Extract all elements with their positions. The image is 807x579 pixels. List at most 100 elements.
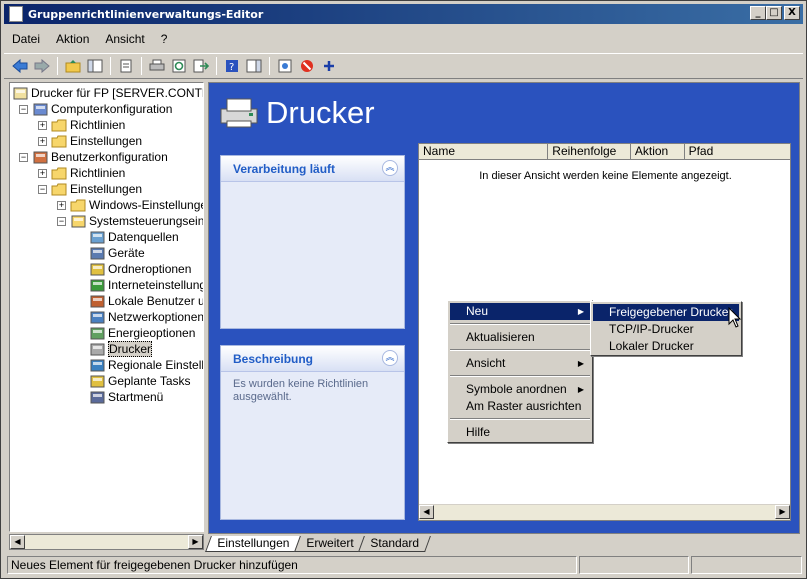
tab-label: Standard xyxy=(370,536,420,550)
column-order[interactable]: Reihenfolge xyxy=(548,144,631,159)
folder-icon xyxy=(51,118,67,133)
forward-icon[interactable] xyxy=(32,56,52,76)
status-bar: Neues Element für freigegebenen Drucker … xyxy=(7,556,802,574)
status-panel xyxy=(691,556,802,574)
scroll-right-icon[interactable]: ▶ xyxy=(188,535,203,549)
menu-aktion[interactable]: Aktion xyxy=(48,32,97,46)
tree-item[interactable]: − Benutzerkonfiguration xyxy=(19,149,168,165)
tree-item[interactable]: Geräte xyxy=(89,245,145,261)
column-name[interactable]: Name xyxy=(419,144,549,159)
toolbar-separator xyxy=(110,57,111,75)
context-menu-item[interactable]: Aktualisieren xyxy=(450,329,590,346)
expand-icon[interactable]: + xyxy=(38,136,47,146)
users-icon xyxy=(32,150,48,165)
maximize-button[interactable]: □ xyxy=(766,6,782,20)
help-icon[interactable]: ? xyxy=(222,56,242,76)
list-horizontal-scrollbar[interactable]: ◀ ▶ xyxy=(419,504,790,520)
column-action[interactable]: Aktion xyxy=(631,144,685,159)
collapse-icon[interactable]: − xyxy=(19,104,28,114)
computer-icon xyxy=(32,102,48,117)
tree-item[interactable]: − Systemsteuerungseinst xyxy=(57,213,203,229)
expand-icon[interactable]: + xyxy=(38,120,47,130)
collapse-icon[interactable]: ︽ xyxy=(382,350,398,366)
tree-item[interactable]: − Computerkonfiguration xyxy=(19,101,172,117)
properties-icon[interactable] xyxy=(116,56,136,76)
tree-item[interactable]: + Einstellungen xyxy=(38,133,142,149)
context-menu-item[interactable]: Neu ▶ xyxy=(450,303,590,320)
tree-item[interactable]: + Richtlinien xyxy=(38,117,125,133)
title-bar[interactable]: Gruppenrichtlinienverwaltungs-Editor _ □… xyxy=(4,4,803,24)
tree-item[interactable]: Energieoptionen xyxy=(89,325,195,341)
tree-item-label: Computerkonfiguration xyxy=(51,102,173,116)
submenu-item[interactable]: Freigegebener Drucker xyxy=(593,304,739,321)
expand-icon[interactable]: + xyxy=(38,168,47,178)
submenu-arrow-icon: ▶ xyxy=(577,385,584,394)
context-menu-item-label: Am Raster ausrichten xyxy=(466,399,582,413)
collapse-icon[interactable]: ︽ xyxy=(382,160,398,176)
tree-item[interactable]: − Einstellungen xyxy=(38,181,142,197)
tab-einstellungen[interactable]: Einstellungen xyxy=(205,536,301,552)
tree-item-label: Einstellungen xyxy=(70,134,143,148)
submenu-item[interactable]: Lokaler Drucker xyxy=(593,338,739,355)
close-button[interactable]: X xyxy=(784,6,800,20)
tree-item-label: Richtlinien xyxy=(70,118,126,132)
export-icon[interactable] xyxy=(191,56,211,76)
main-window: Gruppenrichtlinienverwaltungs-Editor _ □… xyxy=(0,0,807,579)
scroll-right-icon[interactable]: ▶ xyxy=(775,505,790,519)
tree-item-label: Energieoptionen xyxy=(108,326,196,340)
collapse-icon[interactable]: − xyxy=(38,184,47,194)
expand-icon[interactable]: + xyxy=(57,200,66,210)
context-menu-item-label: Symbole anordnen xyxy=(466,382,567,396)
tree-item[interactable]: Geplante Tasks xyxy=(89,373,191,389)
power-icon xyxy=(89,326,105,341)
description-text: Es wurden keine Richtlinien ausgewählt. xyxy=(233,378,369,403)
tab-erweitert[interactable]: Erweitert xyxy=(294,536,366,552)
menu-help[interactable]: ? xyxy=(153,32,176,46)
collapse-icon[interactable]: − xyxy=(57,216,66,226)
back-icon[interactable] xyxy=(10,56,30,76)
folder-icon xyxy=(51,134,67,149)
datasource-icon xyxy=(89,230,105,245)
tree-item[interactable]: Drucker für FP [SERVER.CONTRAN xyxy=(12,85,203,101)
tree-item[interactable]: Startmenü xyxy=(89,389,163,405)
context-menu-item[interactable]: Ansicht ▶ xyxy=(450,355,590,372)
scroll-left-icon[interactable]: ◀ xyxy=(419,505,434,519)
submenu-item[interactable]: TCP/IP-Drucker xyxy=(593,321,739,338)
stop-icon[interactable] xyxy=(297,56,317,76)
column-headers: Name Reihenfolge Aktion Pfad xyxy=(419,144,790,160)
tree-item[interactable]: Regionale Einstellu xyxy=(89,357,203,373)
scroll-left-icon[interactable]: ◀ xyxy=(10,535,25,549)
new-window-icon[interactable] xyxy=(275,56,295,76)
tree-item[interactable]: Drucker xyxy=(89,341,153,357)
show-hide-tree-icon[interactable] xyxy=(85,56,105,76)
regional-icon xyxy=(89,358,105,373)
tree-item[interactable]: Lokale Benutzer un xyxy=(89,293,203,309)
context-menu-item-label: Ansicht xyxy=(466,356,506,370)
menu-ansicht[interactable]: Ansicht xyxy=(97,32,152,46)
print-icon[interactable] xyxy=(147,56,167,76)
collapse-icon[interactable]: − xyxy=(19,152,28,162)
tree-item[interactable]: Ordneroptionen xyxy=(89,261,191,277)
context-menu-item[interactable]: Am Raster ausrichten xyxy=(450,398,590,415)
tree-item-label: Geräte xyxy=(108,246,145,260)
menu-datei[interactable]: Datei xyxy=(4,32,48,46)
up-folder-icon[interactable] xyxy=(63,56,83,76)
tree-horizontal-scrollbar[interactable]: ◀ ▶ xyxy=(9,534,204,550)
tree-item[interactable]: Interneteinstellung xyxy=(89,277,203,293)
new-submenu: Freigegebener Drucker TCP/IP-Drucker Lokal… xyxy=(590,301,742,356)
show-hide-action-pane-icon[interactable] xyxy=(244,56,264,76)
context-menu-item-label: Hilfe xyxy=(466,425,491,439)
context-menu-item[interactable]: Symbole anordnen ▶ xyxy=(450,381,590,398)
start-menu-icon xyxy=(89,390,105,405)
add-icon[interactable] xyxy=(319,56,339,76)
tree-item[interactable]: + Richtlinien xyxy=(38,165,125,181)
context-menu-item[interactable]: Hilfe xyxy=(450,424,590,441)
tree-item[interactable]: Netzwerkoptionen xyxy=(89,309,203,325)
tree-item[interactable]: Datenquellen xyxy=(89,229,179,245)
refresh-icon[interactable] xyxy=(169,56,189,76)
processing-panel-title: Verarbeitung läuft xyxy=(221,156,404,182)
column-path[interactable]: Pfad xyxy=(685,144,790,159)
minimize-button[interactable]: _ xyxy=(750,6,766,20)
tree-item[interactable]: + Windows-Einstellungen xyxy=(57,197,203,213)
tab-standard[interactable]: Standard xyxy=(358,536,432,552)
